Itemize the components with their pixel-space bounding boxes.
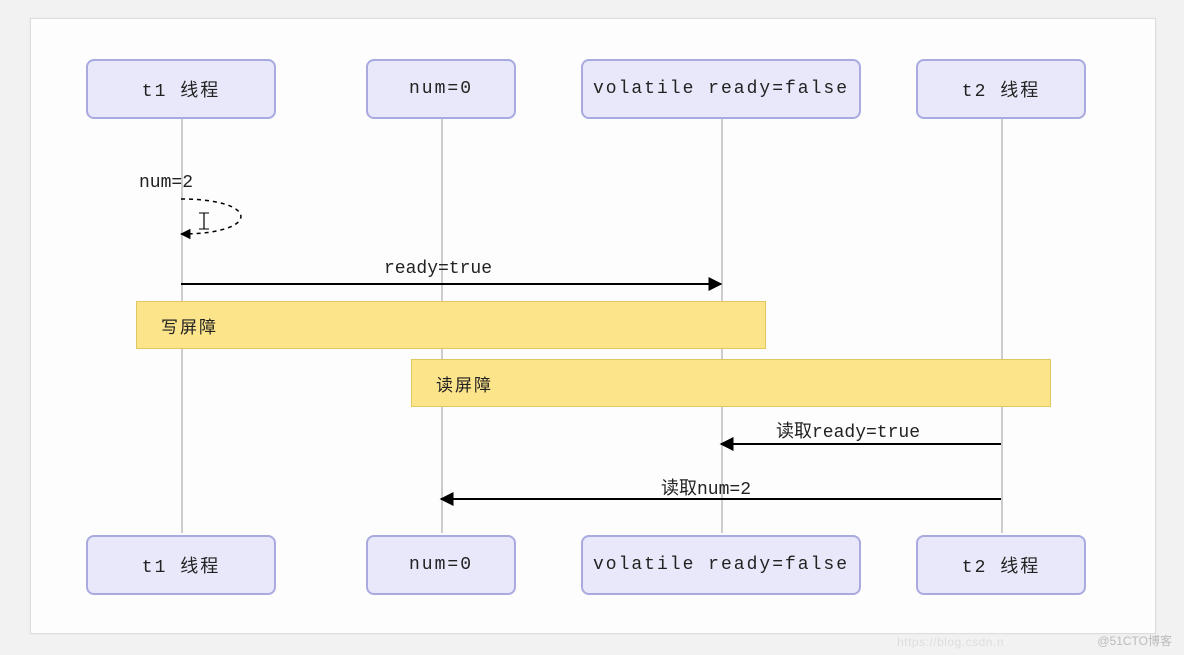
participant-t1-bottom: t1 线程 xyxy=(86,535,276,595)
label-self-num: num=2 xyxy=(139,173,193,193)
read-barrier: 读屏障 xyxy=(411,359,1051,407)
participant-ready-top: volatile ready=false xyxy=(581,59,861,119)
write-barrier: 写屏障 xyxy=(136,301,766,349)
arrow-self-num xyxy=(181,199,241,234)
lifeline-t2 xyxy=(1001,119,1003,533)
sequence-diagram: t1 线程 num=0 volatile ready=false t2 线程 t… xyxy=(30,18,1156,634)
label-read-num: 读取num=2 xyxy=(661,474,751,500)
label-ready-true: ready=true xyxy=(384,259,492,279)
watermark-cto: @51CTO博客 xyxy=(1097,632,1172,649)
participant-num-top: num=0 xyxy=(366,59,516,119)
participant-t2-bottom: t2 线程 xyxy=(916,535,1086,595)
label-read-ready: 读取ready=true xyxy=(776,417,920,443)
participant-ready-bottom: volatile ready=false xyxy=(581,535,861,595)
participant-num-bottom: num=0 xyxy=(366,535,516,595)
participant-t1-top: t1 线程 xyxy=(86,59,276,119)
participant-t2-top: t2 线程 xyxy=(916,59,1086,119)
watermark-csdn: https://blog.csdn.n xyxy=(897,635,1004,649)
